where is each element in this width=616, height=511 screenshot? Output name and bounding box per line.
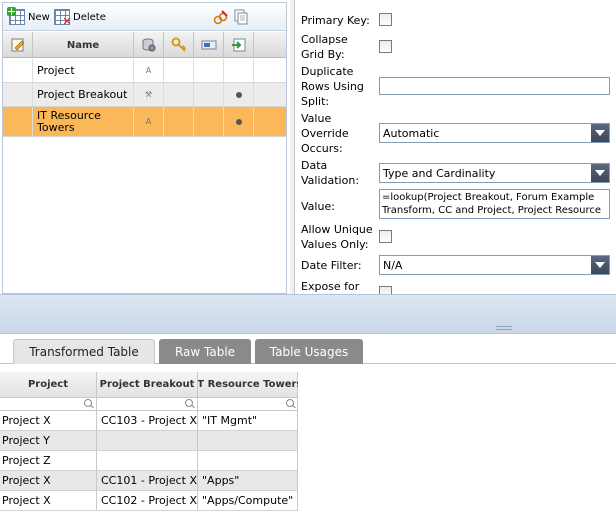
properties-pane: Primary Key: Collapse Grid By: Duplicate… bbox=[294, 0, 616, 294]
table-row[interactable]: Project Y bbox=[0, 431, 297, 451]
table-cell: "IT Mgmt" bbox=[202, 414, 258, 427]
column-name: IT Resource Towers bbox=[33, 107, 134, 136]
transformed-table-grid: Project Project Breakout IT Resource Tow… bbox=[0, 372, 298, 511]
allow-unique-label: Allow Unique Values Only: bbox=[301, 223, 373, 251]
type-column-header[interactable] bbox=[134, 32, 164, 58]
data-validation-select[interactable]: Type and Cardinality bbox=[379, 163, 610, 183]
name-column-header[interactable]: Name bbox=[33, 32, 134, 58]
table-cell: Project Y bbox=[0, 431, 97, 450]
lookup-type-icon: ⚒ bbox=[144, 90, 153, 99]
data-validation-label: Data Validation: bbox=[301, 159, 360, 187]
date-filter-select[interactable]: N/A bbox=[379, 255, 610, 275]
table-cell bbox=[198, 431, 298, 450]
primary-key-checkbox[interactable] bbox=[379, 13, 392, 26]
duplicate-rows-label: Duplicate Rows Using Split: bbox=[301, 65, 364, 108]
duplicate-rows-input[interactable] bbox=[379, 77, 610, 95]
label-field-icon bbox=[201, 40, 216, 50]
edit-formula-button[interactable] bbox=[213, 7, 229, 27]
delete-grid-icon: ✕ bbox=[54, 9, 72, 27]
column-header-project[interactable]: Project bbox=[0, 372, 97, 397]
columns-toolbar: New ✕ Delete bbox=[3, 3, 286, 31]
columns-pane: New ✕ Delete Name Project A Project Brea… bbox=[2, 2, 287, 294]
table-row[interactable]: Project X CC101 - Project X "Apps" bbox=[0, 471, 297, 491]
text-type-icon: A bbox=[145, 117, 152, 126]
columns-grid-header: Name bbox=[3, 32, 286, 58]
import-dot-icon bbox=[235, 91, 242, 98]
search-icon[interactable] bbox=[84, 399, 92, 407]
column-row-project-breakout[interactable]: Project Breakout ⚒ bbox=[3, 83, 286, 107]
primary-key-label: Primary Key: bbox=[301, 14, 370, 27]
import-column-header[interactable] bbox=[224, 32, 254, 58]
database-gear-icon bbox=[142, 38, 155, 52]
table-cell: "Apps" bbox=[202, 474, 240, 487]
table-cell bbox=[97, 431, 198, 450]
allow-unique-checkbox[interactable] bbox=[379, 230, 392, 243]
table-cell: Project Z bbox=[0, 451, 97, 470]
column-header-it-resource-towers[interactable]: IT Resource Towers bbox=[198, 372, 298, 397]
expose-for-label: Expose for bbox=[301, 280, 360, 293]
splitter-grip-icon[interactable] bbox=[496, 326, 512, 330]
table-cell bbox=[198, 451, 298, 470]
key-icon bbox=[171, 37, 186, 52]
grid-header-row: Project Project Breakout IT Resource Tow… bbox=[0, 372, 298, 398]
table-row[interactable]: Project Z bbox=[0, 451, 297, 471]
expose-for-checkbox[interactable] bbox=[379, 286, 392, 294]
new-button[interactable]: New bbox=[7, 7, 50, 27]
delete-button[interactable]: ✕ Delete bbox=[54, 7, 106, 27]
new-button-label: New bbox=[28, 11, 50, 23]
tab-table-usages[interactable]: Table Usages bbox=[255, 339, 363, 364]
date-filter-value: N/A bbox=[383, 258, 403, 272]
value-override-select[interactable]: Automatic bbox=[379, 123, 610, 143]
table-cell: CC102 - Project X bbox=[97, 491, 198, 510]
column-header-project-breakout[interactable]: Project Breakout bbox=[97, 372, 198, 397]
import-arrow-icon bbox=[231, 38, 245, 52]
table-cell: Project X bbox=[0, 491, 97, 510]
table-tabs: Transformed Table Raw Table Table Usages bbox=[0, 334, 616, 364]
chevron-down-icon[interactable] bbox=[591, 124, 609, 142]
filter-cell-project[interactable] bbox=[0, 398, 97, 410]
new-grid-icon bbox=[7, 7, 25, 25]
filter-cell-project-breakout[interactable] bbox=[97, 398, 198, 410]
edit-column-header[interactable] bbox=[3, 32, 33, 58]
tab-raw-table[interactable]: Raw Table bbox=[159, 339, 251, 364]
pencil-link-icon bbox=[213, 10, 228, 25]
chevron-down-icon[interactable] bbox=[591, 164, 609, 182]
import-dot-icon bbox=[235, 118, 242, 125]
data-validation-value: Type and Cardinality bbox=[383, 166, 496, 180]
column-name: Project bbox=[33, 59, 134, 82]
copy-button[interactable] bbox=[233, 7, 249, 27]
column-name: Project Breakout bbox=[33, 83, 134, 106]
table-cell bbox=[97, 451, 198, 470]
date-filter-label: Date Filter: bbox=[301, 259, 362, 272]
horizontal-splitter[interactable] bbox=[0, 294, 616, 334]
search-icon[interactable] bbox=[286, 399, 294, 407]
table-cell: CC103 - Project X bbox=[97, 411, 198, 430]
value-label: Value: bbox=[301, 200, 335, 213]
search-icon[interactable] bbox=[185, 399, 193, 407]
copy-icon bbox=[234, 9, 248, 25]
table-row[interactable]: Project X CC102 - Project X "Apps/Comput… bbox=[0, 491, 297, 511]
display-column-header[interactable] bbox=[194, 32, 224, 58]
filter-row bbox=[0, 398, 297, 411]
delete-button-label: Delete bbox=[73, 11, 106, 23]
collapse-grid-label: Collapse Grid By: bbox=[301, 33, 348, 61]
key-column-header[interactable] bbox=[164, 32, 194, 58]
table-cell: Project X bbox=[0, 471, 97, 490]
table-cell: "Apps/Compute" bbox=[202, 494, 294, 507]
chevron-down-icon[interactable] bbox=[591, 256, 609, 274]
table-row[interactable]: Project X CC103 - Project X "IT Mgmt" bbox=[0, 411, 297, 431]
table-cell: Project X bbox=[0, 411, 97, 430]
edit-note-icon bbox=[11, 38, 24, 52]
value-override-value: Automatic bbox=[383, 126, 440, 140]
filter-cell-it-resource-towers[interactable] bbox=[198, 398, 298, 410]
text-type-icon: A bbox=[145, 66, 152, 75]
value-override-label: Value Override Occurs: bbox=[301, 112, 349, 155]
table-cell: CC101 - Project X bbox=[97, 471, 198, 490]
collapse-grid-checkbox[interactable] bbox=[379, 40, 392, 53]
column-row-it-resource-towers[interactable]: IT Resource Towers A bbox=[3, 107, 286, 137]
value-formula-input[interactable]: =lookup(Project Breakout, Forum Example … bbox=[379, 189, 610, 219]
tab-transformed-table[interactable]: Transformed Table bbox=[13, 339, 155, 364]
column-row-project[interactable]: Project A bbox=[3, 59, 286, 83]
